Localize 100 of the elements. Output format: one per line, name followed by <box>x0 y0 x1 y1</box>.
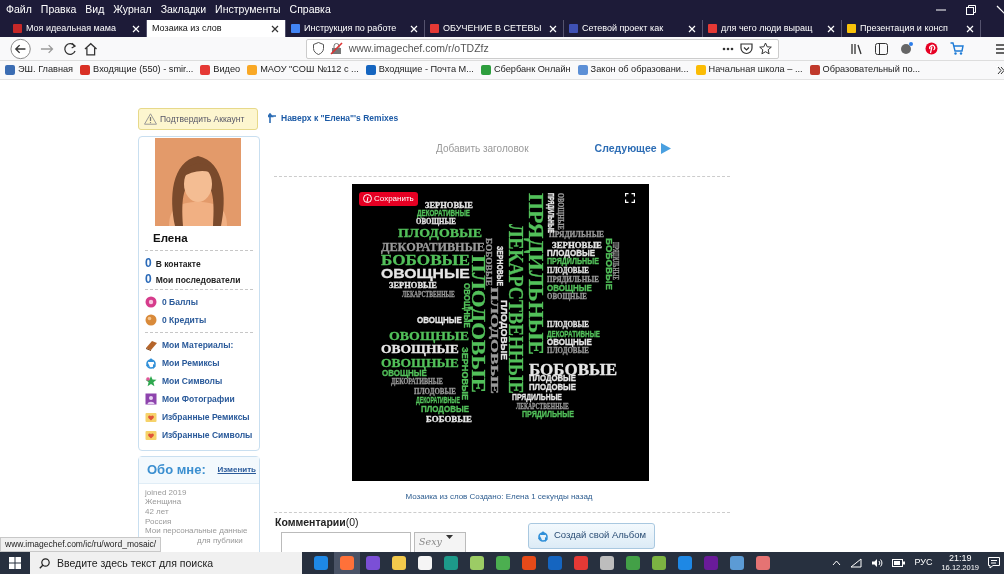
reload-icon[interactable] <box>62 41 77 56</box>
star-icon[interactable] <box>759 42 772 55</box>
favicon-icon <box>577 65 588 75</box>
mosaic-word: ДЕКОРАТИВНЫЕ <box>381 239 485 254</box>
cart-icon[interactable] <box>950 42 964 55</box>
bookmark-item[interactable]: Видео <box>200 63 241 77</box>
favicon-icon <box>480 65 491 75</box>
back-link[interactable]: Наверх к "Елена"'s Remixes <box>268 111 399 125</box>
app-icon <box>600 556 614 570</box>
stat-count[interactable]: 0 <box>145 254 152 273</box>
points-link[interactable]: 0 Кредиты <box>162 313 207 327</box>
profile-link[interactable]: Мои Ремиксы <box>162 356 220 370</box>
mosaic-word: ЗЕРНОВЫЕ <box>494 245 505 286</box>
close-icon[interactable] <box>270 23 280 34</box>
caret-icon <box>445 535 453 540</box>
tab-title: для чего люди выращ <box>721 21 814 35</box>
bookmark-item[interactable]: Начальная школа – ... <box>695 63 803 77</box>
album-button[interactable]: Создай свой Альбом <box>528 522 655 549</box>
taskbar-search-field[interactable]: Введите здесь текст для поиска <box>30 552 302 574</box>
profile-link[interactable]: Избранные Символы <box>162 428 253 442</box>
extension-icon[interactable] <box>900 42 913 55</box>
shield-icon[interactable] <box>312 42 324 55</box>
next-link[interactable]: Следующее <box>594 140 671 157</box>
app-icon <box>652 556 666 570</box>
user-name: Елена <box>153 231 189 246</box>
about-title: Обо мне: <box>147 461 206 480</box>
menu-item[interactable]: Инструменты <box>215 2 281 18</box>
chevron-up-icon[interactable] <box>832 560 842 566</box>
more-icon[interactable] <box>722 46 734 51</box>
tab-title: Инструкция по работе <box>304 21 398 35</box>
menu-icon[interactable] <box>996 43 1004 54</box>
pocket-icon[interactable] <box>740 42 753 55</box>
windows-logo-icon <box>9 557 21 569</box>
status-link-tooltip: www.imagechef.com/ic/ru/word_mosaic/ <box>0 537 162 552</box>
menu-item[interactable]: Файл <box>6 2 32 18</box>
menu-item[interactable]: Вид <box>85 2 105 18</box>
bookmark-item[interactable]: Входящие - Почта M... <box>365 63 474 77</box>
profile-link[interactable]: Мои Материалы: <box>162 338 234 352</box>
battery-icon[interactable] <box>892 559 906 567</box>
ball-icon <box>145 314 157 327</box>
app-icon <box>704 556 718 570</box>
app-icon <box>548 556 562 570</box>
app-icon <box>366 556 380 570</box>
tab-title: Моя идеальная мама <box>26 21 117 35</box>
restore-icon[interactable] <box>966 5 976 15</box>
favicon-icon <box>247 65 258 75</box>
mosaic-word: БОБОВЫЕ <box>426 413 472 424</box>
favicon-icon <box>80 65 91 75</box>
stat-count[interactable]: 0 <box>145 270 152 289</box>
confirm-account-button[interactable]: Подтвердить Аккаунт <box>138 108 258 130</box>
bookmark-item[interactable]: МАОУ "СОШ №112 с ... <box>247 63 359 77</box>
app-icon <box>574 556 588 570</box>
mosaic-word: ЗЕРНОВЫЕ <box>389 279 437 290</box>
tab-title: Сетевой проект как <box>582 21 665 35</box>
favicon-icon <box>365 65 376 75</box>
menu-item[interactable]: Справка <box>289 2 331 18</box>
address-bar[interactable]: www.imagechef.com/r/oTDZfz <box>305 38 779 59</box>
insecure-lock-icon[interactable] <box>329 42 343 55</box>
bookmark-item[interactable]: Образовательный по... <box>809 63 921 77</box>
browser-tab[interactable]: Мозаика из слов <box>147 20 286 37</box>
menu-item[interactable]: Журнал <box>113 2 152 18</box>
stat-label[interactable]: В контакте <box>155 258 201 271</box>
app-icon <box>756 556 770 570</box>
mosaic-word: ПЛОДОВЫЕ <box>398 225 482 240</box>
language-indicator[interactable]: РУС <box>914 556 933 570</box>
profile-link[interactable]: Избранные Ремиксы <box>162 410 250 424</box>
app-icon <box>392 556 406 570</box>
bookmark-item[interactable]: Входящие (550) - smir... <box>80 63 194 77</box>
favicon-icon <box>5 65 15 75</box>
photo-icon <box>145 393 157 406</box>
mosaic-word: ЗЕРНОВЫЕ <box>460 346 470 400</box>
chevron-icon[interactable] <box>997 65 1004 75</box>
pinterest-icon <box>363 194 372 203</box>
search-icon <box>39 558 50 569</box>
edit-link[interactable]: Изменить <box>217 464 256 476</box>
pinterest-icon[interactable] <box>925 42 938 55</box>
profile-link[interactable]: Мои Символы <box>162 374 223 388</box>
image-caption: Мозаика из слов Создано: Елена 1 секунды назад <box>404 490 594 503</box>
profile-link[interactable]: Мои Фотографии <box>162 392 235 406</box>
home-icon[interactable] <box>84 41 98 56</box>
app-icon <box>418 556 432 570</box>
about-text: Женщина <box>144 497 183 507</box>
app-icon <box>470 556 484 570</box>
fullscreen-icon[interactable] <box>625 192 635 203</box>
back-icon[interactable] <box>10 37 32 60</box>
about-text: joined 2019 <box>144 487 188 498</box>
stat-label[interactable]: Мои последователи <box>155 274 241 287</box>
notification-icon[interactable] <box>988 557 1000 569</box>
speaker-icon[interactable] <box>871 558 884 568</box>
clock-time[interactable]: 21:19 <box>948 553 972 563</box>
sidebar-icon[interactable] <box>875 42 888 55</box>
library-icon[interactable] <box>851 42 863 55</box>
menu-item[interactable]: Правка <box>40 2 77 18</box>
bookmark-item[interactable]: ЭШ. Главная <box>5 63 74 77</box>
bookmark-item[interactable]: Сбербанк Онлайн <box>480 63 571 77</box>
app-icon <box>444 556 458 570</box>
points-link[interactable]: 0 Баллы <box>162 295 198 309</box>
flower-icon <box>145 296 157 309</box>
menu-item[interactable]: Закладки <box>160 2 207 18</box>
bookmark-item[interactable]: Закон об образовани... <box>577 63 689 77</box>
